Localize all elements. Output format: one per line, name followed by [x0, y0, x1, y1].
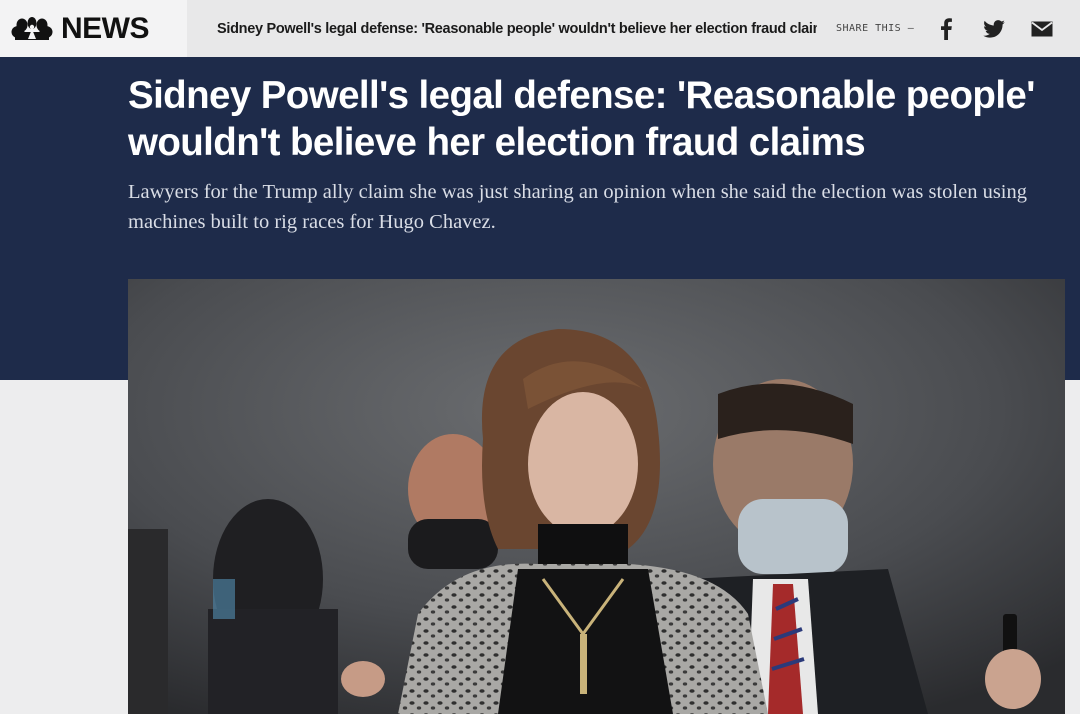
logo-text: NEWS: [61, 11, 150, 45]
email-icon[interactable]: [1030, 17, 1054, 41]
share-label: SHARE THIS —: [836, 23, 915, 34]
sticky-headline: Sidney Powell's legal defense: 'Reasonab…: [217, 20, 817, 37]
article-headline: Sidney Powell's legal defense: 'Reasonab…: [128, 74, 1035, 164]
facebook-icon[interactable]: [934, 17, 958, 41]
twitter-icon[interactable]: [982, 17, 1006, 41]
sticky-header: NEWS Sidney Powell's legal defense: 'Rea…: [0, 0, 1080, 57]
article-dek: Lawyers for the Trump ally claim she was…: [128, 181, 1027, 233]
nbc-peacock-icon: [11, 16, 53, 40]
article-lead-photo: [128, 279, 1065, 714]
nbc-news-logo[interactable]: NEWS: [0, 0, 187, 57]
